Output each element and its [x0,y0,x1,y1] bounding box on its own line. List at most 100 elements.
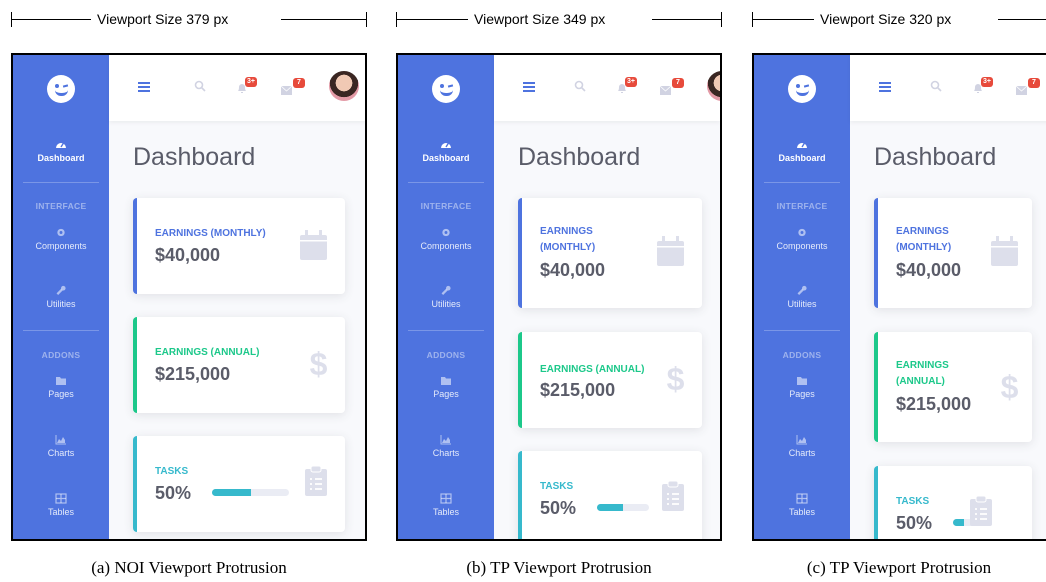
sidebar-item-tables[interactable]: Tables [754,493,850,517]
card-label: EARNINGS (MONTHLY) [155,228,266,239]
sidebar-item-dashboard[interactable]: Dashboard [13,139,109,163]
sidebar-item-tables[interactable]: Tables [13,493,109,517]
sidebar-item-label: Dashboard [37,153,85,163]
sidebar-item-components[interactable]: Components [754,227,850,251]
messages-button[interactable]: 7 [659,78,684,95]
alerts-badge: 3+ [245,77,257,87]
avatar[interactable] [329,71,359,101]
alerts-button[interactable]: 3+ [237,77,257,93]
sidebar-item-pages[interactable]: Pages [754,375,850,399]
clipboard-list-icon [305,466,327,496]
sidebar-item-label: Dashboard [422,153,470,163]
sidebar-item-dashboard[interactable]: Dashboard [398,139,494,163]
card-value: $40,000 [896,260,962,280]
messages-badge: 7 [293,78,305,88]
sidebar-item-label: Charts [47,448,75,458]
tachometer-icon [56,142,66,148]
page-title: Dashboard [518,143,641,171]
wrench-icon [797,285,807,295]
sidebar-item-label: Utilities [787,299,817,309]
sidebar-heading-interface: INTERFACE [420,201,472,211]
brand-logo-icon[interactable] [47,75,75,103]
figure-caption: (c) TP Viewport Protrusion [806,558,992,577]
card-earnings-annual: EARNINGS (ANNUAL) $215,000 $ [874,332,1032,442]
alerts-badge: 3+ [981,77,993,87]
ruler-label: Viewport Size 379 px [97,11,229,27]
envelope-icon [659,85,672,95]
sidebar-item-utilities[interactable]: Utilities [13,285,109,309]
alerts-button[interactable]: 3+ [617,77,637,93]
cog-icon [57,228,65,237]
sidebar-item-utilities[interactable]: Utilities [398,285,494,309]
cog-icon [442,228,450,237]
card-value: 50% [540,498,577,518]
topbar: 3+ 7 [850,55,1046,121]
alerts-badge: 3+ [625,77,637,87]
avatar[interactable] [707,71,720,101]
viewport-ruler: Viewport Size 379 px [11,10,367,30]
brand-logo-icon[interactable] [432,75,460,103]
sidebar-item-label: Components [420,241,472,251]
sidebar-item-label: Charts [432,448,460,458]
sidebar-item-pages[interactable]: Pages [13,375,109,399]
alerts-button[interactable]: 3+ [973,77,993,93]
sidebar-heading-addons: ADDONS [426,350,466,360]
sidebar-item-utilities[interactable]: Utilities [754,285,850,309]
card-tasks: TASKS 50% [518,451,702,539]
card-earnings-monthly: EARNINGS (MONTHLY) $40,000 [133,198,345,294]
search-icon[interactable] [574,80,586,92]
sidebar-toggle-button[interactable] [523,82,535,94]
sidebar-item-label: Components [35,241,87,251]
sidebar-toggle-button[interactable] [138,82,150,94]
messages-badge: 7 [1028,78,1040,88]
table-icon [440,493,452,504]
sidebar-divider [408,330,484,331]
sidebar-item-charts[interactable]: Charts [13,434,109,458]
card-label: EARNINGS (MONTHLY) [540,226,596,253]
sidebar-divider [408,182,484,183]
viewport-ruler: Viewport Size 320 px [752,10,1046,30]
card-earnings-monthly: EARNINGS (MONTHLY) $40,000 [518,198,702,308]
topbar: 3+ 7 [494,55,720,121]
card-value: $215,000 [155,364,231,384]
card-value: $40,000 [155,245,221,265]
sidebar-item-label: Pages [433,389,459,399]
card-label: TASKS [155,466,189,477]
svg-text:$: $ [1001,370,1018,402]
sidebar-item-label: Charts [788,448,816,458]
table-icon [55,493,67,504]
sidebar-item-label: Tables [47,507,74,517]
card-value: $40,000 [540,260,606,280]
topbar: 3+ 7 [109,55,365,121]
sidebar-item-label: Utilities [431,299,461,309]
card-tasks: TASKS 50% [874,466,1032,539]
sidebar-item-charts[interactable]: Charts [754,434,850,458]
sidebar-toggle-button[interactable] [879,82,891,94]
chart-area-icon [440,435,451,445]
figure-caption: (a) NOI Viewport Protrusion [91,558,287,577]
card-value: 50% [896,513,933,533]
search-icon[interactable] [194,80,206,92]
sidebar-item-dashboard[interactable]: Dashboard [754,139,850,163]
messages-button[interactable]: 7 [280,78,305,95]
panel-b: Viewport Size 349 px Dashboard INTERFACE… [396,0,722,582]
sidebar-item-charts[interactable]: Charts [398,434,494,458]
card-label: EARNINGS (ANNUAL) [896,360,949,387]
brand-logo-icon[interactable] [788,75,816,103]
sidebar-item-label: Pages [48,389,74,399]
sidebar-item-tables[interactable]: Tables [398,493,494,517]
messages-badge: 7 [672,78,684,88]
svg-text:$: $ [667,362,684,394]
sidebar: Dashboard INTERFACE Components Utilities… [13,55,109,539]
card-earnings-monthly: EARNINGS (MONTHLY) $40,000 [874,198,1032,308]
calendar-icon [300,230,327,260]
sidebar-item-components[interactable]: Components [13,227,109,251]
svg-text:$: $ [310,347,327,379]
envelope-icon [280,85,293,95]
search-icon[interactable] [930,80,942,92]
sidebar-item-pages[interactable]: Pages [398,375,494,399]
sidebar-item-components[interactable]: Components [398,227,494,251]
tasks-progress-bar [212,489,289,496]
messages-button[interactable]: 7 [1015,78,1040,95]
tachometer-icon [797,142,807,148]
